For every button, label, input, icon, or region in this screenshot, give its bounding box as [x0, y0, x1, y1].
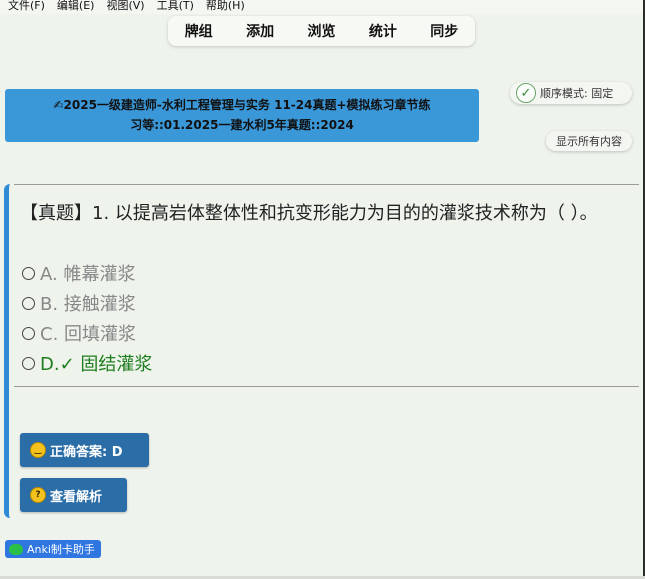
option-b[interactable]: B. 接触灌浆	[22, 290, 136, 316]
option-a[interactable]: A. 帷幕灌浆	[22, 260, 135, 286]
option-d[interactable]: D.✓ 固结灌浆	[22, 350, 152, 376]
menu-file[interactable]: 文件(F)	[8, 0, 45, 14]
view-analysis-button[interactable]: ? 查看解析	[20, 478, 127, 512]
menu-tools[interactable]: 工具(T)	[157, 0, 194, 14]
menu-bar: 文件(F) 编辑(E) 视图(V) 工具(T) 帮助(H)	[0, 0, 645, 14]
title-line-1: ✍2025一级建造师-水利工程管理与实务 11-24真题+模拟练习章节练	[53, 98, 431, 112]
radio-icon	[22, 266, 35, 280]
writing-hand-icon: ✍	[53, 98, 64, 112]
deck-title-banner: ✍2025一级建造师-水利工程管理与实务 11-24真题+模拟练习章节练 习等:…	[5, 89, 479, 142]
smirk-face-icon: ‿	[30, 442, 46, 458]
menu-edit[interactable]: 编辑(E)	[57, 0, 95, 14]
menu-view[interactable]: 视图(V)	[106, 0, 144, 14]
wechat-icon	[9, 543, 23, 555]
option-c[interactable]: C. 回填灌浆	[22, 320, 136, 346]
radio-icon	[22, 356, 35, 370]
order-mode-label: 顺序模式: 固定	[540, 87, 614, 100]
question-text: 【真题】1. 以提高岩体整体性和抗变形能力为目的的灌浆技术称为（ ）。	[20, 203, 598, 224]
check-icon: ✓	[516, 83, 536, 103]
radio-icon	[22, 296, 35, 310]
toolbar-add[interactable]: 添加	[240, 21, 280, 41]
toolbar-stats[interactable]: 统计	[363, 21, 403, 41]
show-all-button[interactable]: 显示所有内容	[546, 131, 632, 151]
main-toolbar: 牌组 添加 浏览 统计 同步	[168, 16, 475, 46]
correct-answer-button[interactable]: ‿ 正确答案: D	[20, 433, 149, 467]
menu-help[interactable]: 帮助(H)	[206, 0, 245, 14]
radio-icon	[22, 326, 35, 340]
order-mode-toggle[interactable]: ✓ 顺序模式: 固定	[510, 82, 632, 104]
divider-top	[14, 184, 639, 185]
anki-helper-badge[interactable]: Anki制卡助手	[5, 540, 101, 558]
title-line-2: 习等::01.2025一建水利5年真题::2024	[130, 118, 354, 132]
thinking-face-icon: ?	[30, 487, 46, 503]
divider-bottom	[14, 386, 639, 387]
toolbar-browse[interactable]: 浏览	[301, 21, 341, 41]
show-all-label: 显示所有内容	[556, 135, 622, 148]
toolbar-sync[interactable]: 同步	[424, 21, 464, 41]
toolbar-decks[interactable]: 牌组	[179, 21, 219, 41]
